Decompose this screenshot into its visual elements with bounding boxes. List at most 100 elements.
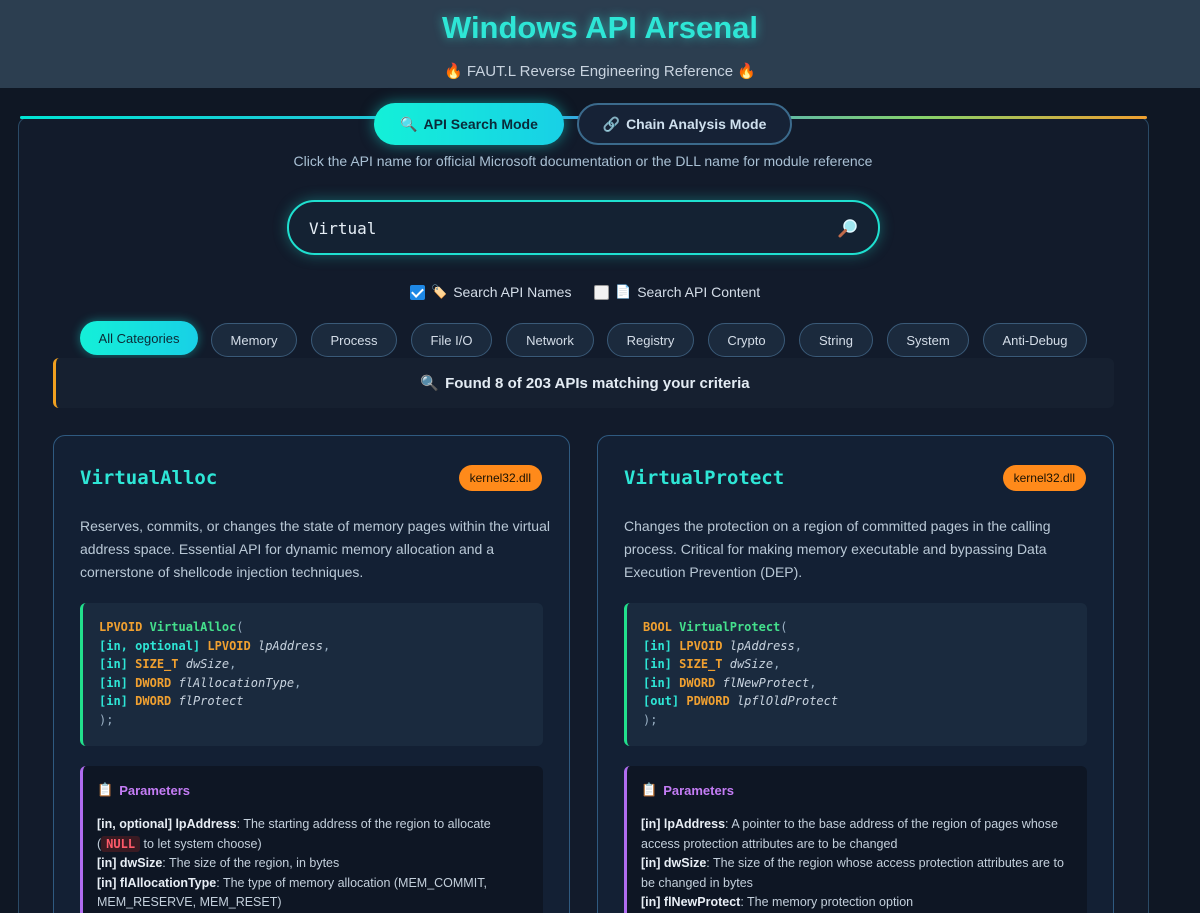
search-icon[interactable] bbox=[837, 217, 859, 239]
search-input[interactable] bbox=[309, 214, 809, 242]
param-name: dwSize bbox=[729, 657, 774, 671]
param-doc-label: [in] dwSize bbox=[97, 856, 163, 870]
param-name: lpAddress bbox=[257, 638, 324, 653]
chain-analysis-mode-label: Chain Analysis Mode bbox=[626, 116, 767, 132]
results-text: Found 8 of 203 APIs matching your criter… bbox=[445, 374, 750, 392]
fire-icon: 🔥 bbox=[737, 63, 756, 80]
chain-analysis-mode-button[interactable]: 🔗 Chain Analysis Mode bbox=[577, 103, 792, 145]
parameters-section: 📋 Parameters [in] lpAddress: A pointer to… bbox=[624, 766, 1087, 913]
dll-badge[interactable]: kernel32.dll bbox=[458, 465, 542, 491]
category-process[interactable]: Process bbox=[311, 323, 397, 357]
param-doc-label: [in] lpAddress bbox=[641, 817, 726, 831]
category-registry[interactable]: Registry bbox=[607, 323, 694, 357]
magnifier-icon: 🔍 bbox=[420, 375, 440, 392]
api-name-link[interactable]: VirtualAlloc bbox=[80, 467, 217, 489]
return-type: LPVOID bbox=[99, 620, 143, 634]
api-card-virtualprotect: VirtualProtect kernel32.dll Changes the … bbox=[597, 435, 1114, 913]
signature-close: ); bbox=[99, 712, 114, 727]
param-doc-label: [in] flNewProtect bbox=[641, 895, 741, 909]
param-name: flAllocationType bbox=[178, 675, 295, 690]
api-search-mode-label: API Search Mode bbox=[423, 116, 538, 132]
param-doc: [in] dwSize: The size of the region, in … bbox=[97, 856, 340, 870]
api-card-virtualalloc: VirtualAlloc kernel32.dll Reserves, comm… bbox=[53, 435, 570, 913]
page-title: Windows API Arsenal bbox=[441, 10, 759, 45]
signature-param: [in] SIZE_T dwSize, bbox=[99, 655, 527, 674]
param-name: flProtect bbox=[178, 694, 244, 708]
param-sep: , bbox=[794, 638, 802, 653]
fire-icon: 🔥 bbox=[444, 63, 463, 80]
param-sep: , bbox=[294, 675, 302, 690]
category-all[interactable]: All Categories bbox=[80, 321, 198, 355]
signature-param: [out] PDWORD lpflOldProtect bbox=[643, 692, 1071, 711]
dll-badge[interactable]: kernel32.dll bbox=[1002, 465, 1086, 491]
param-doc: [in] lpAddress: A pointer to the base ad… bbox=[641, 817, 1058, 851]
signature-param: [in] DWORD flAllocationType, bbox=[99, 674, 527, 693]
param-name: lpAddress bbox=[729, 638, 795, 653]
subtitle-text: FAUT.L Reverse Engineering Reference bbox=[466, 63, 734, 80]
category-file-io[interactable]: File I/O bbox=[411, 323, 492, 357]
search-box bbox=[287, 200, 880, 255]
signature-param: [in] DWORD flNewProtect, bbox=[643, 674, 1071, 693]
results-summary: 🔍 Found 8 of 203 APIs matching your crit… bbox=[53, 358, 1114, 408]
function-name: VirtualAlloc bbox=[149, 620, 237, 634]
api-name-link[interactable]: VirtualProtect bbox=[624, 467, 784, 489]
signature-code-block: BOOL VirtualProtect( [in] LPVOID lpAddre… bbox=[624, 603, 1087, 746]
signature-header: LPVOID VirtualAlloc( bbox=[99, 620, 244, 634]
document-icon: 📄 bbox=[615, 284, 632, 299]
parameters-title-text: Parameters bbox=[119, 782, 191, 798]
signature-close: ); bbox=[643, 712, 658, 727]
param-sep: , bbox=[323, 638, 331, 653]
hint-text: Click the API name for official Microsof… bbox=[293, 153, 873, 169]
category-string[interactable]: String bbox=[799, 323, 873, 357]
param-sep: , bbox=[809, 675, 817, 690]
param-sep: , bbox=[773, 657, 781, 671]
param-doc-text: The size of the region, in bytes bbox=[169, 856, 340, 870]
signature-param: [in] DWORD flProtect bbox=[99, 692, 527, 711]
clipboard-icon: 📋 bbox=[641, 782, 658, 797]
category-memory[interactable]: Memory bbox=[211, 323, 297, 357]
param-sep: , bbox=[229, 657, 237, 671]
param-type: DWORD bbox=[135, 694, 172, 708]
param-doc-text: The memory protection option bbox=[747, 895, 914, 909]
param-type: SIZE_T bbox=[679, 657, 723, 671]
param-doc-text-after: to let system choose) bbox=[140, 836, 262, 851]
parameters-title: 📋 Parameters bbox=[97, 782, 529, 798]
return-type: BOOL bbox=[643, 620, 672, 634]
parameters-title: 📋 Parameters bbox=[641, 782, 1073, 798]
null-badge: NULL bbox=[101, 835, 141, 852]
category-network[interactable]: Network bbox=[506, 323, 594, 357]
param-type: DWORD bbox=[135, 675, 172, 690]
search-api-content-option[interactable]: 📄 Search API Content bbox=[594, 283, 760, 301]
param-annotation: [in] bbox=[99, 694, 128, 708]
parameters-section: 📋 Parameters [in, optional] lpAddress: Th… bbox=[80, 766, 543, 913]
signature-param: [in] SIZE_T dwSize, bbox=[643, 655, 1071, 674]
param-type: DWORD bbox=[679, 675, 716, 690]
search-api-names-option[interactable]: 🏷️ Search API Names bbox=[410, 283, 571, 301]
param-doc: [in] flNewProtect: The memory protection… bbox=[641, 895, 914, 909]
param-doc-label: [in] dwSize bbox=[641, 856, 707, 870]
param-type: LPVOID bbox=[207, 638, 251, 653]
header: Windows API Arsenal 🔥 FAUT.L Reverse Eng… bbox=[0, 0, 1200, 88]
search-api-content-checkbox[interactable] bbox=[594, 284, 609, 300]
category-crypto[interactable]: Crypto bbox=[708, 323, 785, 357]
function-name: VirtualProtect bbox=[679, 620, 781, 634]
param-name: lpflOldProtect bbox=[736, 694, 839, 708]
param-annotation: [in] bbox=[99, 675, 128, 690]
search-api-names-label: Search API Names bbox=[453, 284, 572, 300]
search-api-content-label: Search API Content bbox=[637, 284, 761, 300]
search-api-names-checkbox[interactable] bbox=[410, 284, 425, 300]
param-type: LPVOID bbox=[679, 638, 723, 653]
api-description: Changes the protection on a region of co… bbox=[624, 518, 1051, 580]
param-annotation: [out] bbox=[643, 694, 680, 708]
signature-param: [in] LPVOID lpAddress, bbox=[643, 637, 1071, 656]
category-system[interactable]: System bbox=[887, 323, 969, 357]
param-doc-label: [in, optional] lpAddress bbox=[97, 817, 237, 831]
clipboard-icon: 📋 bbox=[97, 782, 114, 797]
param-name: dwSize bbox=[185, 657, 230, 671]
category-anti-debug[interactable]: Anti-Debug bbox=[983, 323, 1087, 357]
api-search-mode-button[interactable]: 🔍 API Search Mode bbox=[374, 103, 564, 145]
param-annotation: [in] bbox=[643, 638, 672, 653]
param-doc: [in] flAllocationType: The type of memor… bbox=[97, 875, 487, 910]
param-type: SIZE_T bbox=[135, 657, 179, 671]
signature-param: [in, optional] LPVOID lpAddress, bbox=[99, 637, 527, 656]
